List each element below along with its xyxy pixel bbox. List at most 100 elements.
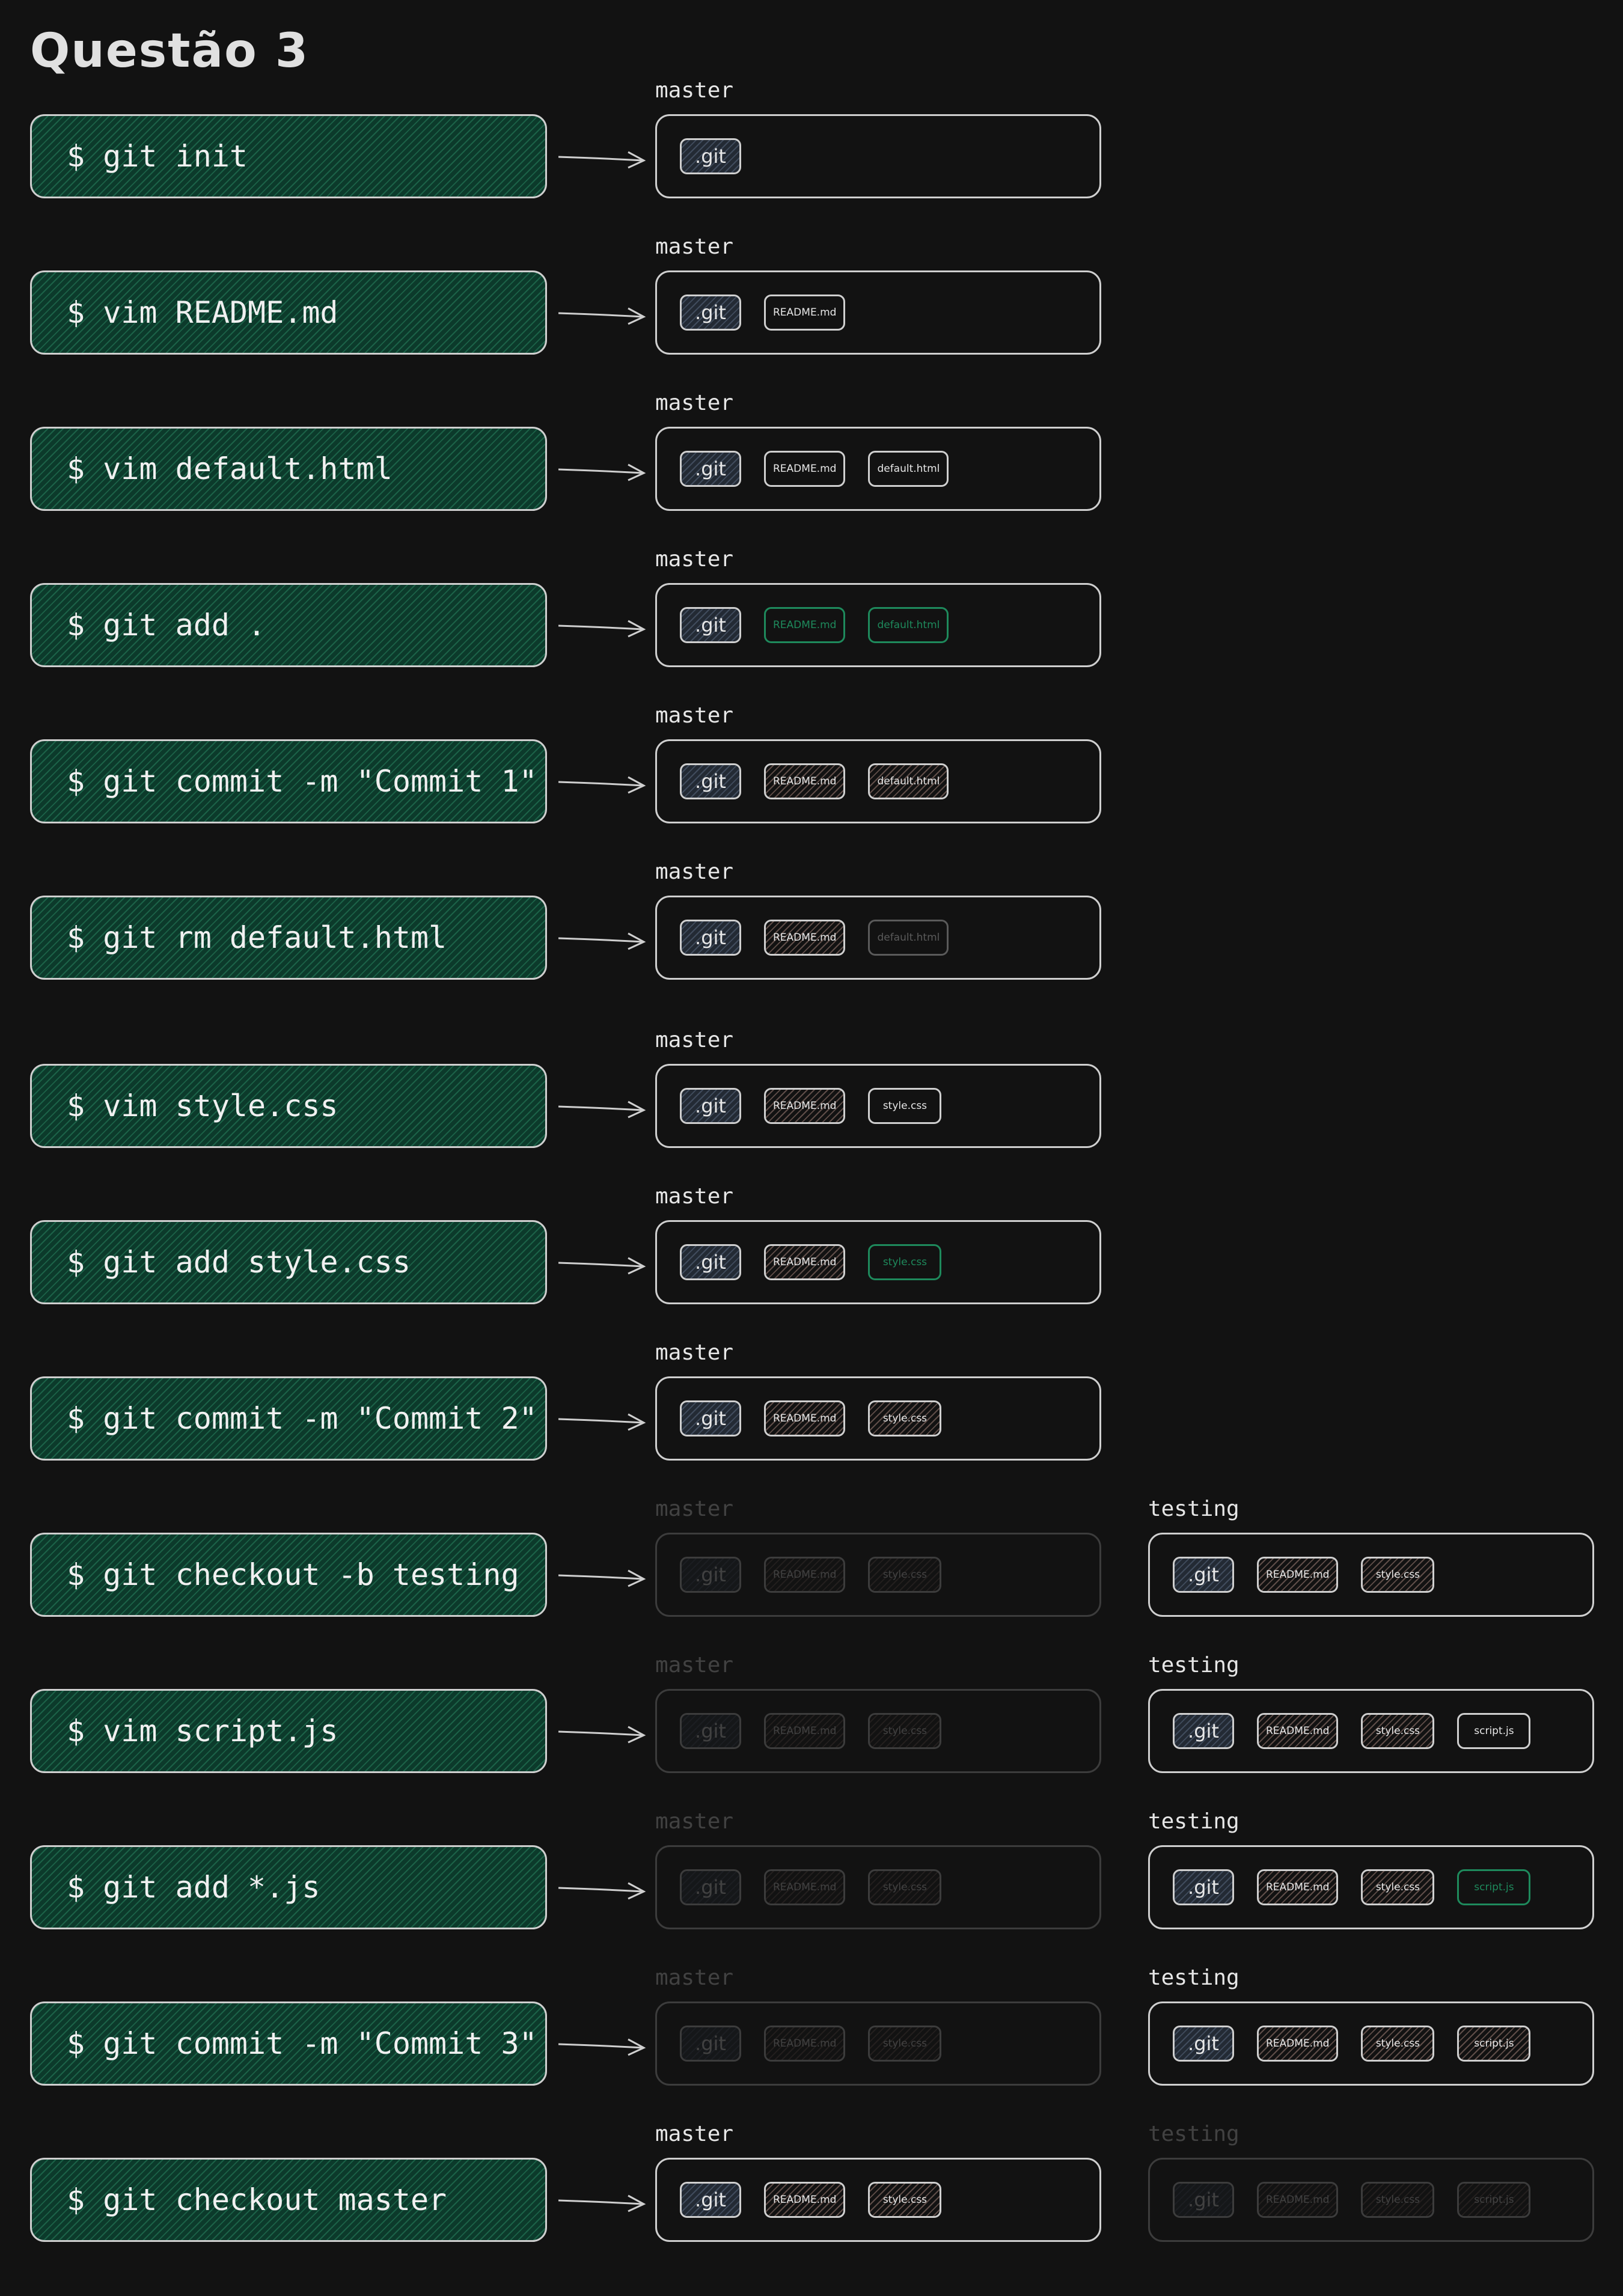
- step-row: $ git commit -m "Commit 3" master .git READ…: [0, 1965, 1623, 2134]
- branch-label: master: [655, 78, 734, 103]
- command-box: $ git commit -m "Commit 1": [30, 739, 547, 823]
- repository-box: .git README.md style.css: [655, 1376, 1101, 1461]
- command-box: $ git commit -m "Commit 3": [30, 2001, 547, 2086]
- repository-box: .git README.md default.html: [655, 739, 1101, 823]
- git-folder-icon: .git: [680, 2182, 741, 2218]
- arrow-icon: [558, 463, 646, 481]
- repository-box: .git README.md style.css script.js: [1148, 2001, 1594, 2086]
- arrow-icon: [558, 1569, 646, 1587]
- step-row: $ git add . master .git README.md default.ht…: [0, 547, 1623, 715]
- command-box: $ git checkout master: [30, 2158, 547, 2242]
- repository-box: .git README.md: [655, 270, 1101, 355]
- git-folder-icon: .git: [1173, 1557, 1234, 1593]
- step-row: $ vim README.md master .git README.md: [0, 234, 1623, 403]
- git-folder-icon: .git: [680, 763, 741, 799]
- git-folder-icon: .git: [680, 1869, 741, 1905]
- git-folder-icon: .git: [680, 920, 741, 956]
- branch-label: master: [655, 703, 734, 728]
- file-chip: README.md: [764, 1400, 846, 1437]
- arrow-icon: [558, 2194, 646, 2212]
- file-chip: README.md: [764, 1088, 846, 1124]
- step-row: $ git checkout master master .git README.md…: [0, 2122, 1623, 2290]
- git-folder-icon: .git: [680, 1088, 741, 1124]
- file-chip: style.css: [868, 1557, 942, 1593]
- command-box: $ git commit -m "Commit 2": [30, 1376, 547, 1461]
- step-row: $ git commit -m "Commit 2" master .git READ…: [0, 1340, 1623, 1509]
- branch-label: testing: [1148, 1653, 1239, 1678]
- repository-box: .git README.md style.css: [1148, 1533, 1594, 1617]
- file-chip: default.html: [868, 920, 949, 956]
- file-chip: style.css: [1361, 1713, 1435, 1749]
- arrow-icon: [558, 307, 646, 325]
- file-chip: README.md: [764, 2026, 846, 2062]
- arrow-icon: [558, 2038, 646, 2056]
- file-chip: README.md: [764, 607, 846, 643]
- step-row: $ vim script.js master .git README.md style.…: [0, 1653, 1623, 1821]
- arrow-icon: [558, 1413, 646, 1431]
- step-row: $ vim default.html master .git README.md def…: [0, 391, 1623, 559]
- git-folder-icon: .git: [680, 1557, 741, 1593]
- file-chip: default.html: [868, 607, 949, 643]
- file-chip: default.html: [868, 451, 949, 487]
- branch-label: master: [655, 1340, 734, 1365]
- repository-box: .git README.md style.css: [655, 1220, 1101, 1304]
- arrow-icon: [558, 1101, 646, 1119]
- arrow-icon: [558, 776, 646, 794]
- step-row: $ git checkout -b testing master .git READM…: [0, 1497, 1623, 1665]
- branch-label: master: [655, 1965, 734, 1990]
- branch-label: master: [655, 1653, 734, 1678]
- branch-label: master: [655, 2122, 734, 2146]
- git-folder-icon: .git: [680, 1244, 741, 1280]
- file-chip: README.md: [1257, 1869, 1339, 1905]
- repository-box: .git README.md default.html: [655, 583, 1101, 667]
- branch-label: master: [655, 1809, 734, 1834]
- arrow-icon: [558, 151, 646, 169]
- git-folder-icon: .git: [680, 1400, 741, 1437]
- git-folder-icon: .git: [1173, 1869, 1234, 1905]
- file-chip: style.css: [868, 1400, 942, 1437]
- file-chip: README.md: [764, 1557, 846, 1593]
- git-folder-icon: .git: [680, 295, 741, 331]
- arrow-icon: [558, 932, 646, 950]
- command-box: $ vim style.css: [30, 1064, 547, 1148]
- command-box: $ git init: [30, 114, 547, 198]
- branch-label: testing: [1148, 1965, 1239, 1990]
- file-chip: README.md: [1257, 1557, 1339, 1593]
- git-folder-icon: .git: [1173, 2026, 1234, 2062]
- git-folder-icon: .git: [680, 138, 741, 174]
- git-folder-icon: .git: [680, 451, 741, 487]
- arrow-icon: [558, 620, 646, 638]
- file-chip: script.js: [1457, 2026, 1531, 2062]
- file-chip: script.js: [1457, 1713, 1531, 1749]
- step-row: $ vim style.css master .git README.md style.…: [0, 1028, 1623, 1196]
- repository-box: .git README.md default.html: [655, 427, 1101, 511]
- branch-label: master: [655, 234, 734, 259]
- file-chip: script.js: [1457, 2182, 1531, 2218]
- branch-label: testing: [1148, 1809, 1239, 1834]
- command-box: $ git checkout -b testing: [30, 1533, 547, 1617]
- step-row: $ git add style.css master .git README.md st…: [0, 1184, 1623, 1352]
- repository-box: .git: [655, 114, 1101, 198]
- command-box: $ vim script.js: [30, 1689, 547, 1773]
- file-chip: style.css: [868, 1713, 942, 1749]
- file-chip: README.md: [1257, 2026, 1339, 2062]
- branch-label: master: [655, 391, 734, 415]
- command-box: $ vim default.html: [30, 427, 547, 511]
- page-title: Questão 3: [30, 24, 310, 78]
- branch-label: master: [655, 1028, 734, 1052]
- repository-box: .git README.md style.css: [655, 1845, 1101, 1929]
- file-chip: style.css: [868, 1088, 942, 1124]
- repository-box: .git README.md style.css: [655, 1533, 1101, 1617]
- branch-label: testing: [1148, 1497, 1239, 1521]
- command-box: $ git add style.css: [30, 1220, 547, 1304]
- step-row: $ git init master .git: [0, 78, 1623, 246]
- repository-box: .git README.md style.css script.js: [1148, 1845, 1594, 1929]
- file-chip: script.js: [1457, 1869, 1531, 1905]
- file-chip: README.md: [764, 763, 846, 799]
- arrow-icon: [558, 1882, 646, 1900]
- branch-label: master: [655, 1497, 734, 1521]
- file-chip: README.md: [764, 1244, 846, 1280]
- file-chip: style.css: [868, 1244, 942, 1280]
- repository-box: .git README.md style.css: [655, 2158, 1101, 2242]
- file-chip: default.html: [868, 763, 949, 799]
